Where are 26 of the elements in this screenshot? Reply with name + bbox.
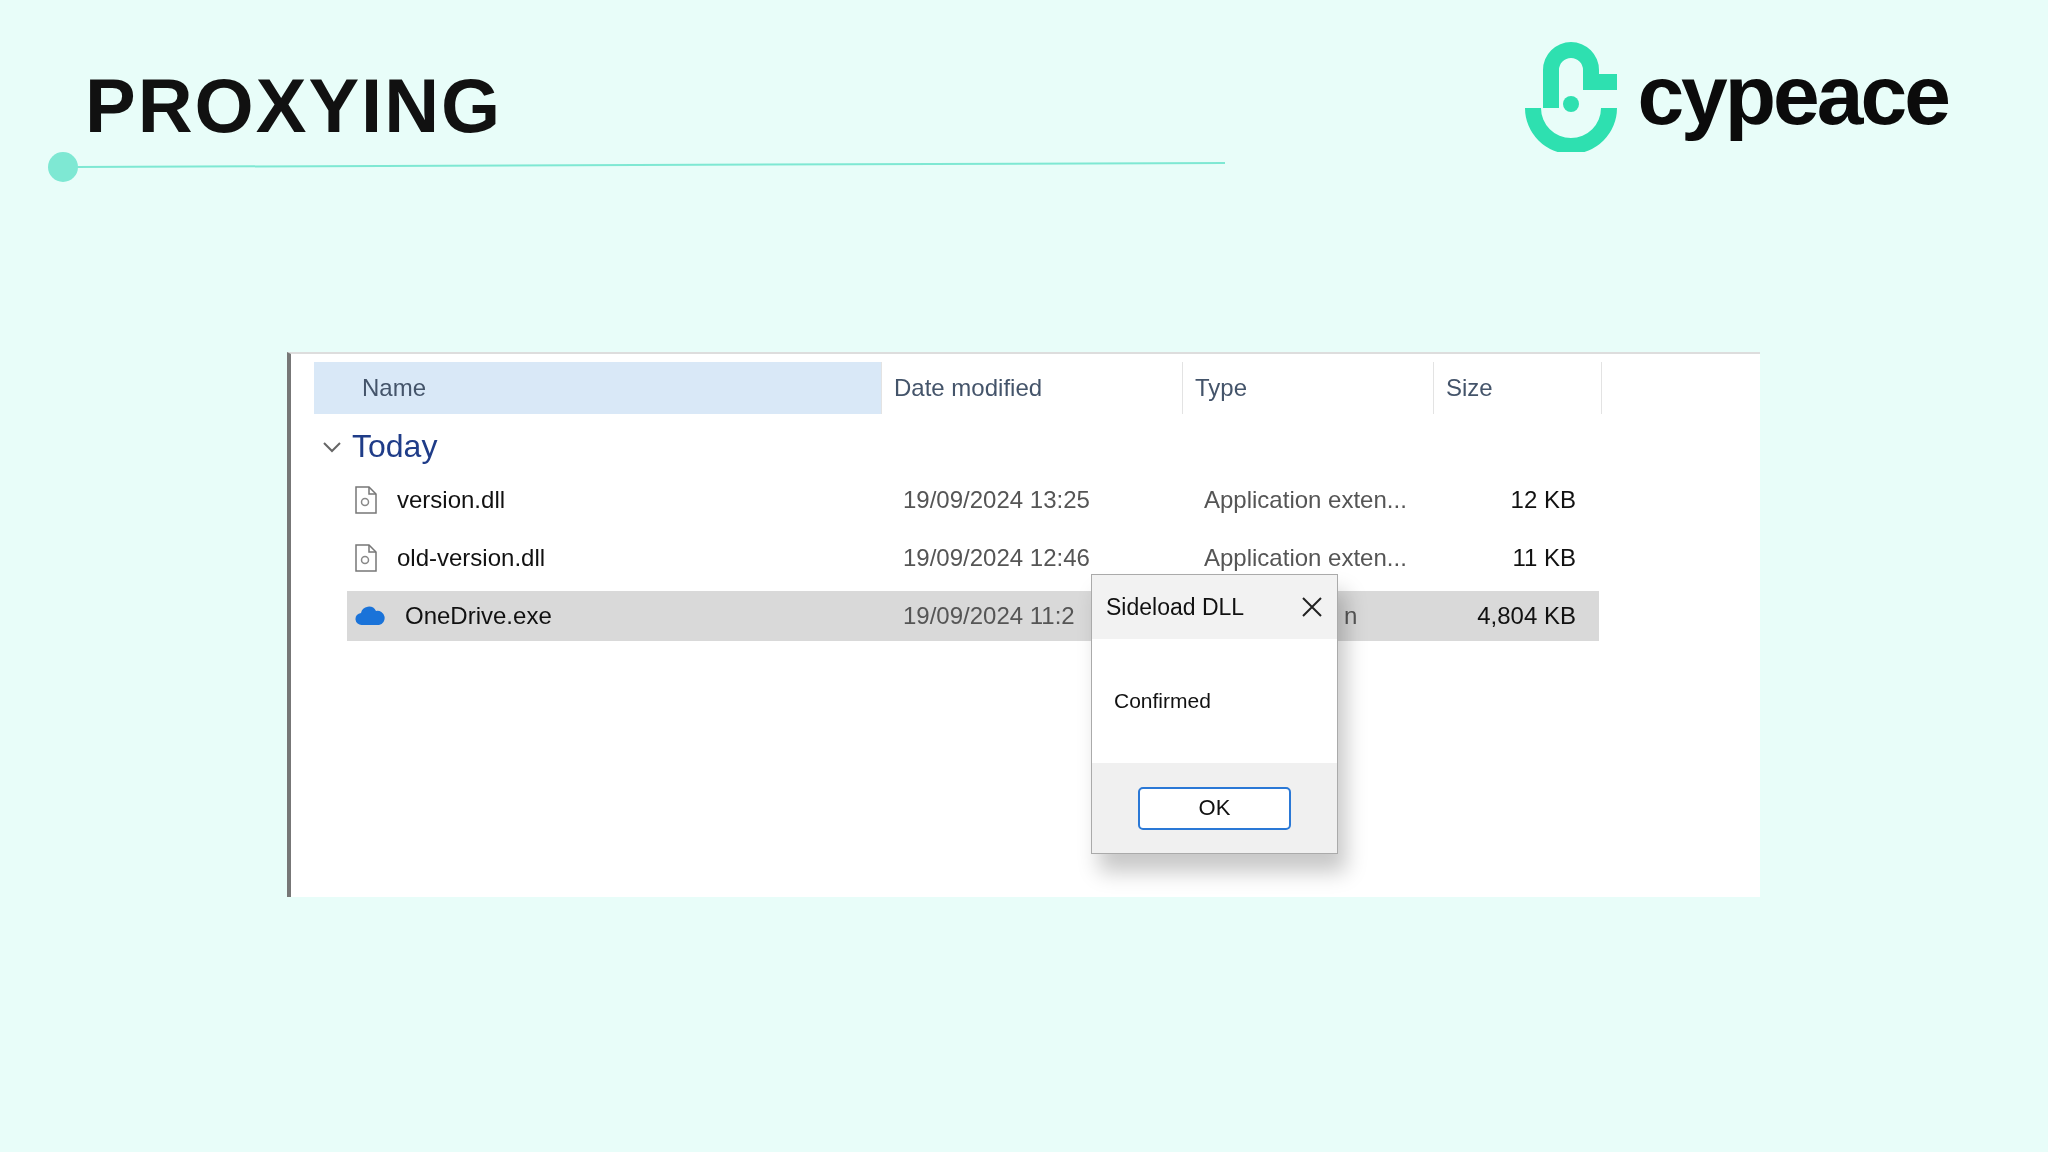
file-row[interactable]: version.dll 19/09/2024 13:25 Application exten... 12 KB [347,475,1599,525]
brand-name: cypeace [1637,46,1948,144]
document-icon [355,486,377,514]
dialog-title: Sideload DLL [1106,593,1245,621]
slide-title: PROXYING [85,62,504,149]
type-cell: Application exten... [1204,544,1407,572]
size-cell: 11 KB [1512,544,1576,572]
file-name: old-version.dll [397,544,546,572]
size-cell: 12 KB [1510,486,1576,514]
column-header[interactable]: Name [314,362,882,414]
date-cell: 19/09/2024 13:25 [903,486,1090,514]
type-cell: Application exten... [1204,486,1407,514]
document-icon [355,544,377,572]
file-row[interactable]: old-version.dll 19/09/2024 12:46 Application exten... 11 KB [347,533,1599,583]
date-cell: 19/09/2024 12:46 [903,544,1090,572]
size-cell: 4,804 KB [1477,602,1576,630]
group-header[interactable]: Today [322,428,438,465]
dialog-message: Confirmed [1114,689,1211,713]
ok-button[interactable]: OK [1138,786,1291,830]
type-cell: n [1344,602,1358,630]
date-cell: 19/09/2024 11:2 [903,602,1075,630]
file-name: OneDrive.exe [405,602,552,630]
close-icon[interactable] [1301,596,1323,618]
file-name: version.dll [397,486,506,514]
chevron-icon [322,440,342,453]
cloud-icon [355,606,385,626]
